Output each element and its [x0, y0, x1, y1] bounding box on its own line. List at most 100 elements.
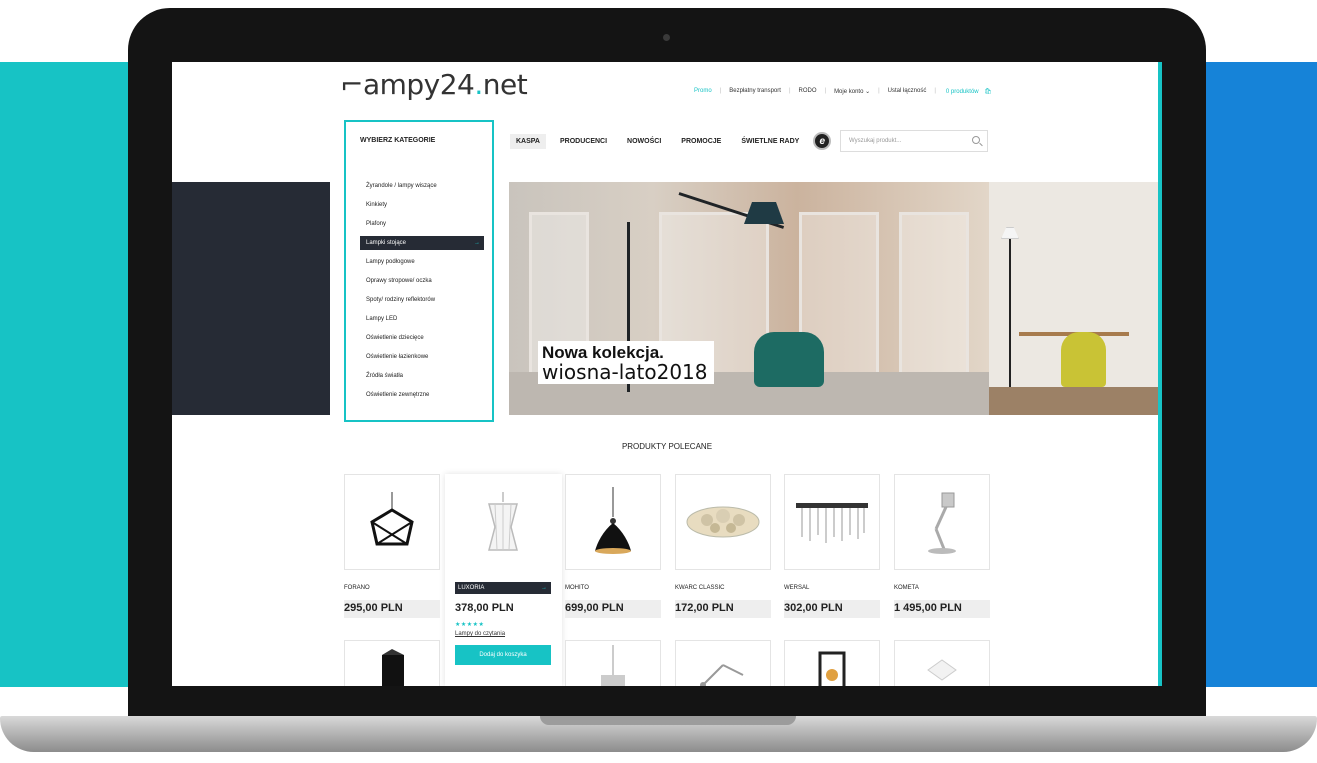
laptop-notch [540, 716, 796, 725]
search-placeholder: Wyszukaj produkt... [849, 138, 902, 144]
category-item[interactable]: Plafony [360, 215, 484, 234]
main-navigation: KASPA PRODUCENCI NOWOŚCI PROMOCJE ŚWIETL… [510, 132, 832, 150]
product-image[interactable] [784, 474, 880, 570]
floor-lamp-shade [744, 202, 784, 224]
category-menu: WYBIERZ KATEGORIE Żyrandole / lampy wisz… [344, 120, 494, 422]
product-card-active[interactable]: LUXORIA → 378,00 PLN ★★★★★ Lampy do czyta… [455, 474, 551, 665]
category-item[interactable]: Źródła światła [360, 367, 484, 386]
product-image[interactable] [675, 474, 771, 570]
background-left-panel [0, 62, 135, 687]
product-card[interactable] [675, 640, 771, 686]
category-item[interactable]: Oświetlenie dziecięce [360, 329, 484, 348]
product-card[interactable]: KOMETA 1 495,00 PLN [894, 474, 990, 618]
product-card[interactable]: KWARC CLASSIC 172,00 PLN [675, 474, 771, 618]
pendant-chrome-icon [601, 645, 625, 686]
background-right-panel [1205, 62, 1317, 687]
product-card[interactable]: MOHITO 699,00 PLN [565, 474, 661, 618]
category-menu-title: WYBIERZ KATEGORIE [360, 137, 436, 144]
laptop-camera [663, 34, 670, 41]
product-name[interactable]: WERSAL [784, 582, 880, 594]
product-image[interactable] [784, 640, 880, 686]
product-image[interactable] [894, 474, 990, 570]
lamp-logo-icon: ⌐ [340, 68, 363, 101]
topnav-promo[interactable]: Promo [692, 88, 714, 95]
product-card[interactable]: WERSAL 302,00 PLN [784, 474, 880, 618]
category-item[interactable]: Lampy podłogowe [360, 253, 484, 272]
ceiling-crystal-icon [686, 506, 760, 538]
add-to-cart-button[interactable]: Dodaj do koszyka [455, 645, 551, 665]
product-image[interactable] [565, 640, 661, 686]
category-item[interactable]: Spoty/ rodziny reflektorów [360, 291, 484, 310]
topnav-contact[interactable]: Ustal łączność [886, 88, 929, 95]
trust-badge-icon[interactable]: e [813, 132, 832, 150]
lantern-lamp-icon [818, 651, 846, 686]
product-card[interactable] [784, 640, 880, 686]
topnav-free-transport[interactable]: Bezpłatny transport [727, 88, 783, 95]
search-icon[interactable] [972, 136, 980, 144]
topnav-my-account[interactable]: Moje konto ⌄ [832, 88, 872, 95]
pendant-woven-icon [488, 492, 518, 551]
hero-window [899, 212, 969, 382]
wall-arm-lamp-icon [700, 664, 744, 686]
product-card[interactable] [894, 640, 990, 686]
tab-kaspa[interactable]: KASPA [510, 133, 546, 149]
floor-lamp-pole [1009, 232, 1011, 402]
topnav-rodo[interactable]: RODO [797, 88, 819, 95]
product-name[interactable]: KWARC CLASSIC [675, 582, 771, 594]
tab-producenci[interactable]: PRODUCENCI [554, 134, 613, 149]
product-price: 699,00 PLN [565, 600, 661, 618]
yellow-chair [1061, 332, 1106, 387]
product-price: 378,00 PLN [455, 600, 551, 618]
pendant-bell-icon [595, 487, 631, 554]
tab-swietlne-rady[interactable]: ŚWIETLNE RADY [735, 134, 805, 149]
cart-icon: 🛍 [984, 89, 992, 95]
wall-lamp-black-icon [382, 649, 404, 686]
topnav-separator: | [878, 88, 880, 94]
topnav-separator: | [824, 88, 827, 94]
product-price: 302,00 PLN [784, 600, 880, 618]
product-card[interactable] [344, 640, 440, 686]
product-category-link[interactable]: Lampy do czytania [455, 631, 551, 637]
category-item[interactable]: Oświetlenie zewnętrzne [360, 386, 484, 405]
arrow-right-icon: → [541, 585, 547, 591]
hero-caption-subtitle: wiosna-lato2018 [542, 360, 708, 384]
category-item-active[interactable]: Lampki stojące → [360, 236, 484, 250]
product-image[interactable] [344, 474, 440, 570]
screen-edge-accent [1158, 62, 1162, 686]
product-name[interactable]: MOHITO [565, 582, 661, 594]
product-image[interactable] [344, 640, 440, 686]
product-card[interactable]: FORANO 295,00 PLN [344, 474, 440, 618]
chandelier-crystal-icon [796, 503, 868, 543]
product-name[interactable]: LUXORIA → [455, 582, 551, 594]
topnav-cart[interactable]: 0 produktów 🛍 [942, 88, 996, 95]
product-price: 295,00 PLN [344, 600, 440, 618]
tab-promocje[interactable]: PROMOCJE [675, 134, 727, 149]
product-image[interactable] [565, 474, 661, 570]
product-name[interactable]: FORANO [344, 582, 440, 594]
arrow-right-icon: → [474, 240, 480, 246]
category-item[interactable]: Kinkiety [360, 196, 484, 215]
laptop-screen: ⌐ampy24.net Promo | Bezpłatny transport … [172, 62, 1162, 686]
rating-stars-icon: ★★★★★ [455, 622, 485, 628]
category-item[interactable]: Oprawy stropowe/ oczka [360, 272, 484, 291]
product-image[interactable] [894, 640, 990, 686]
product-card[interactable] [565, 640, 661, 686]
dark-side-panel [172, 182, 330, 415]
search-input[interactable]: Wyszukaj produkt... [840, 130, 988, 152]
tab-nowosci[interactable]: NOWOŚCI [621, 134, 667, 149]
pendant-geometric-icon [370, 492, 414, 546]
product-image[interactable] [455, 474, 551, 570]
category-item[interactable]: Lampy LED [360, 310, 484, 329]
top-navigation: Promo | Bezpłatny transport | RODO | Moj… [692, 88, 996, 95]
topnav-separator: | [788, 88, 791, 94]
site-logo[interactable]: ⌐ampy24.net [340, 68, 528, 101]
desk-lamp-icon [928, 492, 956, 554]
category-item[interactable]: Żyrandole / lampy wiszące [360, 177, 484, 196]
category-item[interactable]: Oświetlenie łazienkowe [360, 348, 484, 367]
topnav-separator: | [719, 88, 722, 94]
product-image[interactable] [675, 640, 771, 686]
hero-floor [989, 387, 1162, 415]
product-price: 1 495,00 PLN [894, 600, 990, 618]
green-chair [754, 332, 824, 387]
product-name[interactable]: KOMETA [894, 582, 990, 594]
